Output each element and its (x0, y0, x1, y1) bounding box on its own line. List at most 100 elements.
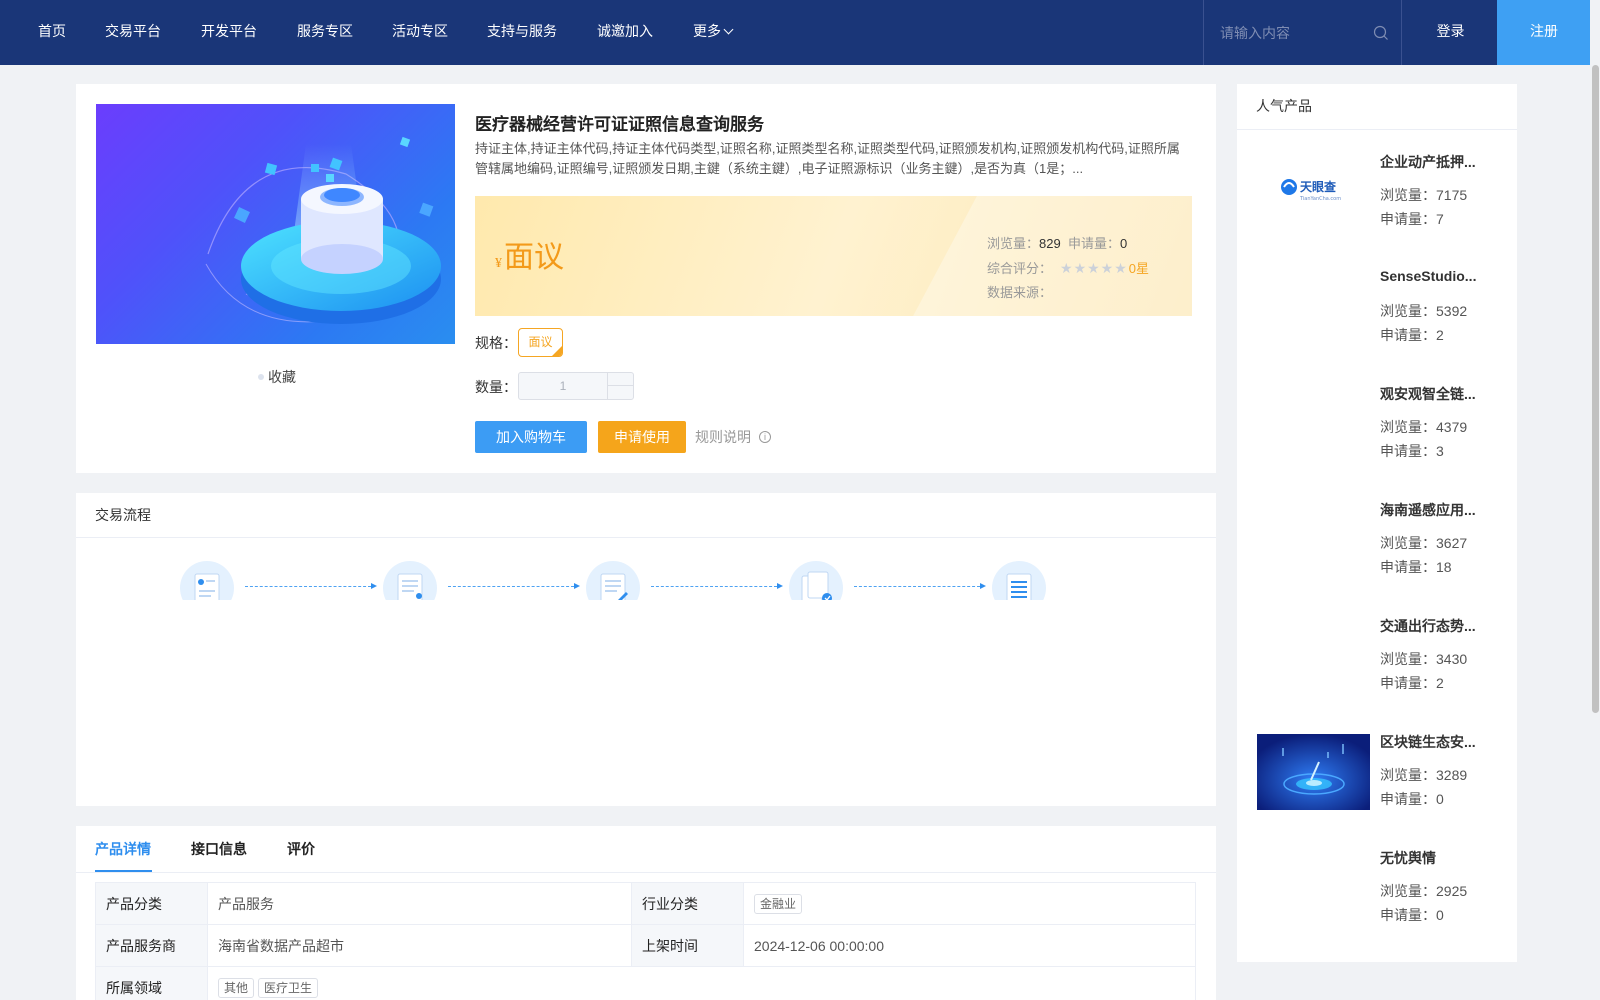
page-scrollbar-thumb[interactable] (1592, 65, 1599, 713)
price-panel: ¥面议 浏览量：829 申请量：0 综合评分： ★★★★★0星 数据来源： (475, 196, 1192, 316)
popular-item-views: 浏览量：4379 (1380, 417, 1467, 437)
nav-item-activity-zone[interactable]: 活动专区 (392, 0, 448, 65)
login-link[interactable]: 登录 (1403, 0, 1498, 65)
applies-value: 3 (1436, 443, 1444, 459)
quantity-decrease-button[interactable] (607, 386, 634, 399)
popular-item-views: 浏览量：5392 (1380, 301, 1467, 321)
register-step-icon (179, 560, 235, 600)
applies-value: 7 (1436, 211, 1444, 227)
quantity-input[interactable] (519, 373, 607, 399)
popular-item[interactable]: 交通出行态势... 浏览量：3430 申请量：2 (1257, 604, 1507, 696)
applies-value: 0 (1119, 236, 1128, 251)
table-value: 2024-12-06 00:00:00 (743, 924, 1196, 967)
domain-tag: 医疗卫生 (258, 977, 319, 998)
views-value: 5392 (1436, 303, 1468, 319)
document-edit-step-icon (585, 560, 641, 600)
applies-value: 0 (1436, 791, 1444, 807)
rules-label: 规则说明 (695, 429, 751, 445)
list-step-icon (991, 560, 1047, 600)
popular-item[interactable]: SenseStudio... 浏览量：5392 申请量：2 (1257, 256, 1507, 348)
favorite-button[interactable]: 收藏 (258, 367, 296, 387)
popular-item-views: 浏览量：3430 (1380, 649, 1467, 669)
quantity-label: 数量： (475, 379, 517, 395)
nav-item-more[interactable]: 更多 (693, 0, 734, 65)
tab-divider (76, 872, 1216, 873)
arrow-right-icon (371, 583, 377, 589)
popular-item-title: SenseStudio... (1380, 268, 1477, 284)
applies-value: 2 (1436, 675, 1444, 691)
spec-option[interactable]: 面议 (518, 328, 563, 357)
product-card: 收藏 医疗器械经营许可证证照信息查询服务 持证主体,持证主体代码,持证主体代码类… (76, 84, 1216, 473)
stats-source-row: 数据来源： (987, 281, 1149, 305)
table-value: 其他 医疗卫生 (207, 966, 1196, 1000)
product-thumbnail (1257, 386, 1370, 462)
search-input[interactable] (1220, 22, 1370, 44)
tianyancha-logo: 天眼查 TianYanCha.com (1257, 154, 1370, 230)
stats-views-row: 浏览量：829 申请量：0 (987, 232, 1149, 256)
price: ¥面议 (495, 232, 564, 276)
table-value: 金融业 (743, 882, 1196, 925)
popular-item-applies: 申请量：18 (1380, 557, 1452, 577)
popular-item-applies: 申请量：0 (1380, 905, 1444, 925)
arrow-right-icon (980, 583, 986, 589)
document-user-step-icon (382, 560, 438, 600)
info-icon: i (759, 431, 771, 444)
views-label: 浏览量： (1380, 187, 1436, 203)
views-value: 829 (1039, 236, 1061, 251)
rating-label: 综合评分： (987, 261, 1053, 276)
popular-item-applies: 申请量：0 (1380, 789, 1444, 809)
views-value: 3289 (1436, 767, 1468, 783)
price-stats: 浏览量：829 申请量：0 综合评分： ★★★★★0星 数据来源： (987, 232, 1149, 305)
views-label: 浏览量： (1380, 303, 1436, 319)
popular-item[interactable]: 海南遥感应用... 浏览量：3627 申请量：18 (1257, 488, 1507, 580)
rating-stars-icon: ★★★★★ (1060, 260, 1128, 276)
search-icon[interactable] (1373, 25, 1389, 41)
blockchain-image (1257, 734, 1370, 810)
nav-item-developer-platform[interactable]: 开发平台 (201, 0, 257, 65)
add-to-cart-button[interactable]: 加入购物车 (475, 421, 587, 453)
popular-item[interactable]: 无忧舆情 浏览量：2925 申请量：0 (1257, 836, 1507, 928)
selected-check-icon (552, 346, 562, 356)
nav-item-trading-platform[interactable]: 交易平台 (105, 0, 161, 65)
applies-label: 申请量： (1380, 675, 1436, 691)
quantity-stepper (518, 372, 634, 400)
product-description: 持证主体,持证主体代码,持证主体代码类型,证照名称,证照类型名称,证照类型代码,… (475, 141, 1180, 176)
register-button[interactable]: 注册 (1497, 0, 1591, 65)
nav-item-service-zone[interactable]: 服务专区 (297, 0, 353, 65)
popular-item-title: 无忧舆情 (1380, 850, 1436, 866)
popular-item-applies: 申请量：3 (1380, 441, 1444, 461)
data-server-illustration (205, 136, 441, 324)
tab-reviews[interactable]: 评价 (287, 826, 315, 872)
currency-symbol: ¥ (495, 256, 502, 271)
quantity-increase-button[interactable] (607, 373, 634, 386)
tab-interface-info[interactable]: 接口信息 (191, 826, 247, 872)
applies-label: 申请量： (1380, 327, 1436, 343)
applies-label: 申请量： (1380, 791, 1436, 807)
product-thumbnail (1257, 850, 1370, 926)
apply-use-button[interactable]: 申请使用 (598, 421, 686, 453)
nav-item-home[interactable]: 首页 (38, 0, 66, 65)
applies-label: 申请量： (1067, 236, 1120, 251)
table-value: 海南省数据产品超市 (207, 924, 632, 967)
rules-link[interactable]: 规则说明 i (695, 427, 771, 447)
detail-table: 产品分类 产品服务 行业分类 金融业 产品服务商 海南省数据产品超市 上架时间 … (95, 882, 1196, 1000)
views-label: 浏览量： (987, 236, 1040, 251)
applies-label: 申请量： (1380, 907, 1436, 923)
chevron-down-icon (723, 24, 734, 35)
search-box (1203, 0, 1402, 65)
popular-item-applies: 申请量：2 (1380, 325, 1444, 345)
tab-product-details[interactable]: 产品详情 (95, 826, 151, 872)
nav-item-join-us[interactable]: 诚邀加入 (597, 0, 653, 65)
product-title: 医疗器械经营许可证证照信息查询服务 (475, 115, 764, 134)
favorite-label: 收藏 (268, 369, 296, 385)
document-approve-step-icon (788, 560, 844, 600)
views-label: 浏览量： (1380, 651, 1436, 667)
domain-tag: 其他 (218, 977, 255, 998)
spec-option-label: 面议 (528, 335, 553, 349)
popular-item[interactable]: 区块链生态安... 浏览量：3289 申请量：0 (1257, 720, 1507, 812)
popular-item[interactable]: 天眼查 TianYanCha.com 企业动产抵押... 浏览量：7175 申请量… (1257, 140, 1507, 232)
nav-item-support[interactable]: 支持与服务 (487, 0, 557, 65)
popular-item-views: 浏览量：3289 (1380, 765, 1467, 785)
popular-item[interactable]: 观安观智全链... 浏览量：4379 申请量：3 (1257, 372, 1507, 464)
popular-title: 人气产品 (1237, 84, 1517, 130)
